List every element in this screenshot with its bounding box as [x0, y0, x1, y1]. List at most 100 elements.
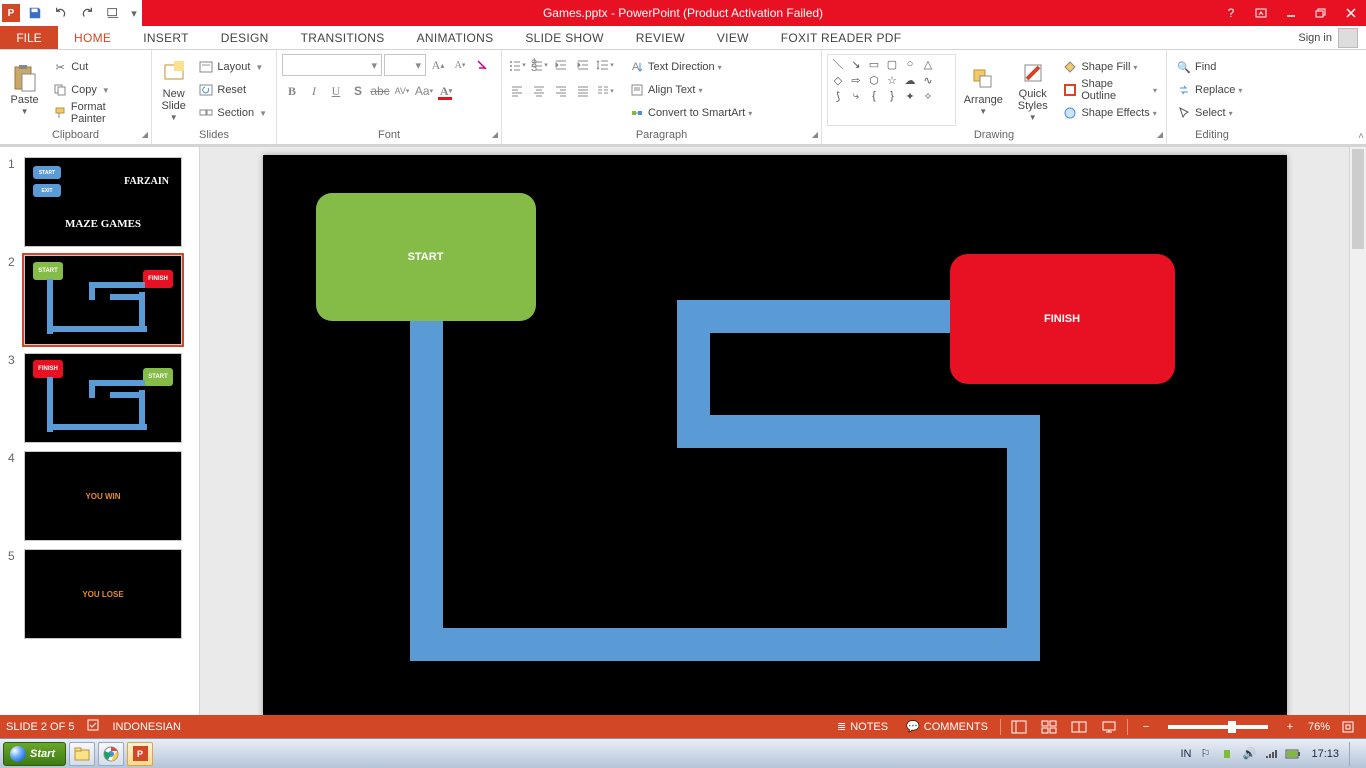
line-spacing-icon[interactable]: ▾: [595, 54, 615, 76]
zoom-level[interactable]: 76%: [1308, 721, 1330, 733]
format-painter-button[interactable]: Format Painter: [48, 102, 146, 124]
tab-review[interactable]: REVIEW: [620, 26, 701, 49]
shape-fill-button[interactable]: Shape Fill▾: [1058, 56, 1161, 78]
select-button[interactable]: Select▾: [1172, 102, 1246, 124]
sign-in[interactable]: Sign in: [1290, 26, 1366, 49]
convert-smartart-button[interactable]: Convert to SmartArt▾: [625, 102, 756, 124]
drawing-dialog-launcher-icon[interactable]: ◢: [1157, 130, 1163, 139]
zoom-slider[interactable]: [1168, 725, 1268, 729]
char-spacing-icon[interactable]: AV▾: [392, 80, 412, 102]
underline-icon[interactable]: U: [326, 80, 346, 102]
tray-show-desktop[interactable]: [1349, 742, 1357, 766]
zoom-in-icon[interactable]: +: [1278, 715, 1302, 738]
save-icon[interactable]: [24, 2, 46, 24]
shapes-gallery[interactable]: ＼↘▭▢○△ ◇⇨⬡☆☁∿ ⟆⤷{}✦✧: [827, 54, 956, 126]
clipboard-dialog-launcher-icon[interactable]: ◢: [142, 130, 148, 139]
shape-effects-button[interactable]: Shape Effects▾: [1058, 102, 1161, 124]
taskbar-explorer-button[interactable]: [69, 742, 95, 766]
clear-formatting-icon[interactable]: [472, 54, 492, 76]
font-size-combo[interactable]: ▾: [384, 54, 426, 76]
tray-volume-icon[interactable]: 🔊: [1241, 746, 1257, 762]
bold-icon[interactable]: B: [282, 80, 302, 102]
comments-button[interactable]: 💬COMMENTS: [900, 715, 994, 738]
slide-thumbnail-pane[interactable]: 1 START EXIT FARZAIN MAZE GAMES 2 START …: [0, 147, 200, 715]
tray-battery-icon[interactable]: [1285, 746, 1301, 762]
help-icon[interactable]: ?: [1216, 0, 1246, 26]
thumb-item-4[interactable]: 4 YOU WIN: [0, 447, 199, 545]
reading-view-icon[interactable]: [1067, 715, 1091, 738]
paste-button[interactable]: Paste ▼: [5, 54, 44, 126]
tab-foxit[interactable]: FOXIT READER PDF: [765, 26, 918, 49]
bullets-icon[interactable]: ▾: [507, 54, 527, 76]
decrease-font-icon[interactable]: A▾: [450, 54, 470, 76]
copy-button[interactable]: Copy▼: [48, 79, 146, 101]
tab-file[interactable]: FILE: [0, 26, 58, 49]
slide-canvas[interactable]: START FINISH: [263, 155, 1287, 715]
new-slide-button[interactable]: New Slide ▼: [157, 54, 190, 126]
text-direction-button[interactable]: AText Direction▾: [625, 56, 756, 78]
minimize-icon[interactable]: [1276, 0, 1306, 26]
tray-safely-remove-icon[interactable]: [1219, 746, 1235, 762]
quick-styles-button[interactable]: Quick Styles▼: [1011, 54, 1054, 126]
zoom-slider-knob[interactable]: [1228, 721, 1236, 733]
tab-slideshow[interactable]: SLIDE SHOW: [509, 26, 619, 49]
start-from-beginning-icon[interactable]: [102, 2, 124, 24]
taskbar-chrome-button[interactable]: [98, 742, 124, 766]
collapse-ribbon-icon[interactable]: ˄: [1358, 131, 1364, 142]
tray-network-icon[interactable]: [1263, 746, 1279, 762]
undo-icon[interactable]: [50, 2, 72, 24]
start-shape[interactable]: START: [316, 193, 536, 321]
thumb-item-3[interactable]: 3 FINISH START: [0, 349, 199, 447]
justify-icon[interactable]: [573, 80, 593, 102]
font-name-combo[interactable]: ▾: [282, 54, 382, 76]
align-right-icon[interactable]: [551, 80, 571, 102]
thumb-item-5[interactable]: 5 YOU LOSE: [0, 545, 199, 643]
align-left-icon[interactable]: [507, 80, 527, 102]
qat-customize-icon[interactable]: ▾: [128, 2, 140, 24]
restore-icon[interactable]: [1306, 0, 1336, 26]
shadow-icon[interactable]: S: [348, 80, 368, 102]
font-dialog-launcher-icon[interactable]: ◢: [492, 130, 498, 139]
arrange-button[interactable]: Arrange▼: [960, 54, 1007, 126]
thumb-item-1[interactable]: 1 START EXIT FARZAIN MAZE GAMES: [0, 153, 199, 251]
cut-button[interactable]: ✂Cut: [48, 56, 146, 78]
tab-transitions[interactable]: TRANSITIONS: [285, 26, 401, 49]
language-label[interactable]: INDONESIAN: [112, 721, 180, 733]
tray-clock[interactable]: 17:13: [1307, 748, 1343, 760]
section-button[interactable]: Section▼: [194, 102, 271, 124]
decrease-indent-icon[interactable]: [551, 54, 571, 76]
layout-button[interactable]: Layout▼: [194, 56, 271, 78]
numbering-icon[interactable]: 123▾: [529, 54, 549, 76]
normal-view-icon[interactable]: [1007, 715, 1031, 738]
spellcheck-icon[interactable]: [86, 718, 100, 735]
tab-home[interactable]: HOME: [58, 26, 127, 49]
tray-flag-icon[interactable]: ⚐: [1197, 746, 1213, 762]
reset-button[interactable]: Reset: [194, 79, 271, 101]
find-button[interactable]: 🔍Find: [1172, 56, 1246, 78]
fit-to-window-icon[interactable]: [1336, 715, 1360, 738]
ribbon-display-icon[interactable]: [1246, 0, 1276, 26]
columns-icon[interactable]: ▾: [595, 80, 615, 102]
align-center-icon[interactable]: [529, 80, 549, 102]
scrollbar-thumb[interactable]: [1352, 149, 1364, 249]
font-color-icon[interactable]: A▾: [436, 80, 456, 102]
close-icon[interactable]: [1336, 0, 1366, 26]
paragraph-dialog-launcher-icon[interactable]: ◢: [812, 130, 818, 139]
align-text-button[interactable]: Align Text▾: [625, 79, 756, 101]
strikethrough-icon[interactable]: abc: [370, 80, 390, 102]
tab-insert[interactable]: INSERT: [127, 26, 205, 49]
taskbar-powerpoint-button[interactable]: P: [127, 742, 153, 766]
italic-icon[interactable]: I: [304, 80, 324, 102]
slideshow-view-icon[interactable]: [1097, 715, 1121, 738]
tray-lang[interactable]: IN: [1180, 748, 1191, 760]
tab-view[interactable]: VIEW: [701, 26, 765, 49]
tab-animations[interactable]: ANIMATIONS: [401, 26, 510, 49]
tab-design[interactable]: DESIGN: [205, 26, 285, 49]
zoom-out-icon[interactable]: −: [1134, 715, 1158, 738]
windows-start-button[interactable]: Start: [3, 742, 66, 766]
increase-font-icon[interactable]: A▴: [428, 54, 448, 76]
replace-button[interactable]: Replace▾: [1172, 79, 1246, 101]
change-case-icon[interactable]: Aa▾: [414, 80, 434, 102]
redo-icon[interactable]: [76, 2, 98, 24]
shape-outline-button[interactable]: Shape Outline▾: [1058, 79, 1161, 101]
